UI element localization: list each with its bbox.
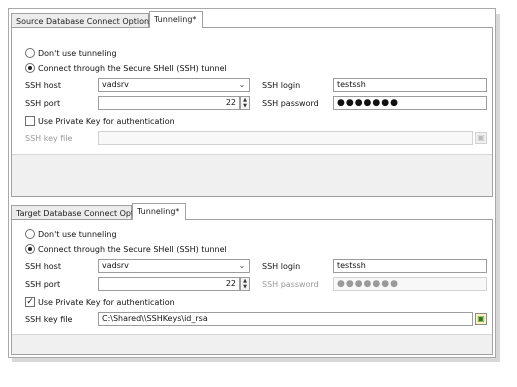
chevron-down-icon[interactable]: ⌄ (237, 79, 247, 91)
source-radio-none-row[interactable]: Don't use tunneling (25, 47, 117, 59)
tab-source-connect-options[interactable]: Source Database Connect Options (11, 13, 153, 28)
target-radio-none-row[interactable]: Don't use tunneling (25, 228, 117, 240)
source-ssh-port-input[interactable]: 22 (98, 96, 240, 110)
source-radio-none[interactable] (25, 48, 35, 58)
target-ssh-login-input[interactable]: testssh (333, 259, 487, 273)
target-ssh-key-file-input[interactable]: C:\Shared\\SSHKeys\id_rsa (98, 312, 473, 326)
target-tunneling-panel: Don't use tunneling Connect through the … (11, 219, 493, 355)
target-ssh-login-label: SSH login (262, 262, 301, 271)
target-radio-none-label: Don't use tunneling (38, 229, 117, 239)
target-private-key-row[interactable]: ✓ Use Private Key for authentication (25, 296, 175, 308)
folder-open-icon[interactable]: ▣ (475, 132, 487, 144)
target-ssh-password-label: SSH password (262, 280, 319, 289)
source-section: Source Database Connect Options Tunnelin… (9, 9, 495, 199)
spin-arrows-icon[interactable]: ▲ ▼ (240, 277, 250, 291)
spin-arrows-icon[interactable]: ▲ ▼ (240, 96, 250, 110)
target-ssh-host-value: vadsrv (102, 261, 129, 270)
target-radio-ssh-row[interactable]: Connect through the Secure SHell (SSH) t… (25, 243, 227, 255)
source-ssh-port-value: 22 (225, 98, 236, 107)
target-ssh-key-file-label: SSH key file (25, 315, 73, 324)
target-ssh-host-combo[interactable]: vadsrv ⌄ (98, 259, 250, 273)
tab-target-tunneling[interactable]: Tunneling* (132, 203, 186, 220)
source-radio-ssh-label: Connect through the Secure SHell (SSH) t… (38, 63, 227, 73)
source-radio-none-label: Don't use tunneling (38, 48, 117, 58)
source-ssh-port-label: SSH port (25, 99, 61, 108)
target-ssh-password-input[interactable]: ●●●●●●● (333, 277, 487, 291)
target-ssh-port-value: 22 (225, 279, 236, 288)
source-ssh-login-input[interactable]: testssh (333, 78, 487, 92)
target-section: Target Database Connect Options Tunnelin… (9, 201, 495, 357)
target-radio-none[interactable] (25, 229, 35, 239)
source-ssh-login-label: SSH login (262, 81, 301, 90)
source-private-key-label: Use Private Key for authentication (38, 116, 175, 126)
target-radio-ssh-label: Connect through the Secure SHell (SSH) t… (38, 244, 227, 254)
source-ssh-key-file-input[interactable] (98, 131, 473, 145)
dialog-frame: Source Database Connect Options Tunnelin… (8, 8, 496, 358)
source-radio-ssh-row[interactable]: Connect through the Secure SHell (SSH) t… (25, 62, 227, 74)
source-panel-footer (12, 154, 492, 196)
target-ssh-port-label: SSH port (25, 280, 61, 289)
source-ssh-key-file-label: SSH key file (25, 134, 73, 143)
target-ssh-host-label: SSH host (25, 262, 61, 271)
source-ssh-password-label: SSH password (262, 99, 319, 108)
source-ssh-host-label: SSH host (25, 81, 61, 90)
target-radio-ssh[interactable] (25, 244, 35, 254)
tab-target-connect-options[interactable]: Target Database Connect Options (11, 205, 151, 220)
source-ssh-host-combo[interactable]: vadsrv ⌄ (98, 78, 250, 92)
source-private-key-checkbox[interactable] (25, 116, 35, 126)
source-ssh-password-input[interactable]: ●●●●●●● (333, 96, 487, 110)
folder-open-icon[interactable]: ▣ (475, 313, 487, 325)
source-radio-ssh[interactable] (25, 63, 35, 73)
target-ssh-port-input[interactable]: 22 (98, 277, 240, 291)
target-private-key-label: Use Private Key for authentication (38, 297, 175, 307)
source-ssh-host-value: vadsrv (102, 80, 129, 89)
chevron-down-icon[interactable]: ⌄ (237, 260, 247, 272)
tab-source-tunneling[interactable]: Tunneling* (149, 11, 203, 28)
target-panel-footer (12, 334, 492, 354)
target-private-key-checkbox[interactable]: ✓ (25, 297, 35, 307)
source-tunneling-panel: Don't use tunneling Connect through the … (11, 27, 493, 197)
source-private-key-row[interactable]: Use Private Key for authentication (25, 115, 175, 127)
